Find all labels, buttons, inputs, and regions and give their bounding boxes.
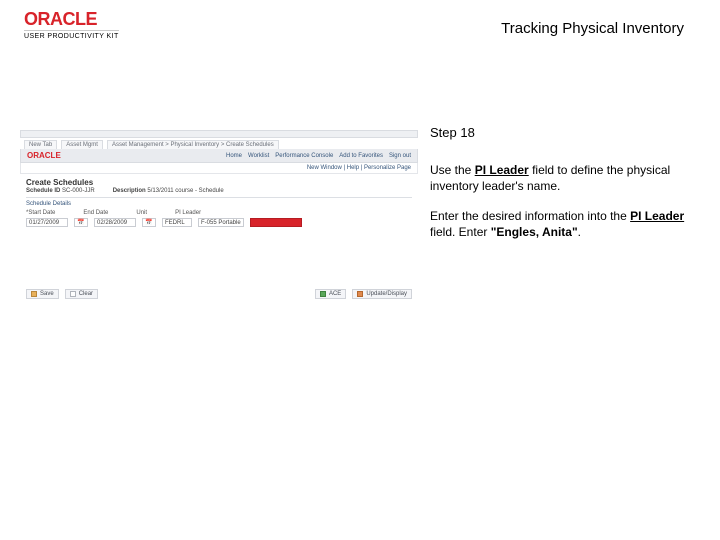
window-titlebar xyxy=(20,130,418,138)
utility-links[interactable]: New Window | Help | Personalize Page xyxy=(20,163,418,174)
brand-subtitle: USER PRODUCTIVITY KIT xyxy=(24,30,119,40)
unit-label: Unit xyxy=(136,210,147,216)
schedule-id-value: SC-000-JJR xyxy=(62,188,95,194)
start-date-field[interactable]: 01/27/2009 xyxy=(26,218,68,227)
end-date-field[interactable]: 02/28/2009 xyxy=(94,218,136,227)
page-title: Tracking Physical Inventory xyxy=(501,20,684,37)
nav-link-home[interactable]: Home xyxy=(226,153,242,159)
instruction-paragraph-2: Enter the desired information into the P… xyxy=(430,208,688,240)
clear-icon xyxy=(70,291,76,297)
section-header: Schedule Details xyxy=(26,197,412,209)
footer-buttons: Save Clear ACE Update/Display xyxy=(20,287,418,299)
unit-field[interactable]: FEDRL xyxy=(162,218,192,227)
nav-link-signout[interactable]: Sign out xyxy=(389,153,411,159)
entry-value: "Engles, Anita" xyxy=(491,225,578,239)
pi-leader-field[interactable] xyxy=(250,218,302,227)
schedule-id-label: Schedule ID xyxy=(26,188,60,194)
screenshot-region: New Tab Asset Mgmt Asset Management > Ph… xyxy=(20,130,418,299)
pi-leader-label: PI Leader xyxy=(175,210,201,216)
refresh-icon xyxy=(357,291,363,297)
column-labels: *Start Date End Date Unit PI Leader xyxy=(20,209,418,216)
brand-logo: ORACLE xyxy=(24,10,119,28)
nav-links: Home Worklist Performance Console Add to… xyxy=(226,153,411,159)
browser-tab-strip: New Tab Asset Mgmt Asset Management > Ph… xyxy=(20,138,418,149)
clear-button[interactable]: Clear xyxy=(65,289,98,299)
update-display-button[interactable]: Update/Display xyxy=(352,289,412,299)
browser-tab[interactable]: Asset Mgmt xyxy=(61,140,103,149)
save-button[interactable]: Save xyxy=(26,289,59,299)
calendar-icon[interactable]: 📅 xyxy=(142,218,156,227)
browser-tab[interactable]: New Tab xyxy=(24,140,57,149)
app-navbar: ORACLE Home Worklist Performance Console… xyxy=(20,149,418,163)
description-value: 5/13/2011 course - Schedule xyxy=(147,188,223,194)
blank-area xyxy=(20,231,418,287)
nav-link-worklist[interactable]: Worklist xyxy=(248,153,269,159)
nav-link-performance[interactable]: Performance Console xyxy=(275,153,333,159)
instruction-panel: Step 18 Use the PI Leader field to defin… xyxy=(430,124,688,254)
asset-code-field[interactable]: F-055 Portable xyxy=(198,218,244,227)
calendar-icon[interactable]: 📅 xyxy=(74,218,88,227)
data-row: 01/27/2009 📅 02/28/2009 📅 FEDRL F-055 Po… xyxy=(20,216,418,231)
brand-block: ORACLE USER PRODUCTIVITY KIT xyxy=(24,10,119,40)
check-icon xyxy=(320,291,326,297)
page-heading-row: Create Schedules xyxy=(20,174,418,187)
start-date-label: *Start Date xyxy=(26,210,55,216)
app-logo: ORACLE xyxy=(27,151,61,160)
step-label: Step 18 xyxy=(430,124,688,142)
browser-tab[interactable]: Asset Management > Physical Inventory > … xyxy=(107,140,279,149)
instruction-paragraph-1: Use the PI Leader field to define the ph… xyxy=(430,162,688,194)
pi-leader-term: PI Leader xyxy=(630,209,684,223)
nav-link-favorites[interactable]: Add to Favorites xyxy=(339,153,383,159)
end-date-label: End Date xyxy=(83,210,108,216)
page-heading: Create Schedules xyxy=(26,178,93,187)
ace-button[interactable]: ACE xyxy=(315,289,346,299)
schedule-id-row: Schedule ID SC-000-JJR Description 5/13/… xyxy=(20,187,418,197)
description-label: Description xyxy=(113,188,146,194)
pi-leader-term: PI Leader xyxy=(475,163,529,177)
save-icon xyxy=(31,291,37,297)
